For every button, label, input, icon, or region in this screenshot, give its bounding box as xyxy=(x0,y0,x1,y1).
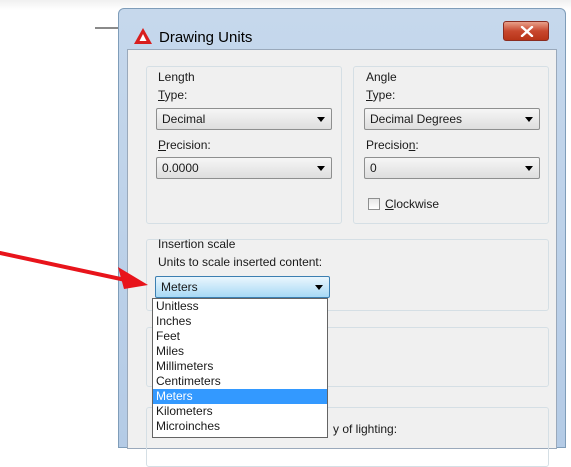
length-precision-value: 0.0000 xyxy=(162,161,199,175)
angle-type-select[interactable]: Decimal Degrees xyxy=(364,108,540,130)
length-precision-label: Precision: xyxy=(158,138,211,152)
chevron-down-icon xyxy=(525,117,533,122)
length-precision-select[interactable]: 0.0000 xyxy=(156,157,332,179)
length-type-select[interactable]: Decimal xyxy=(156,108,332,130)
insertion-scale-label: Insertion scale xyxy=(158,237,236,251)
clockwise-checkbox[interactable] xyxy=(368,198,380,210)
angle-precision-label-text: Precision: xyxy=(366,138,419,152)
clockwise-label[interactable]: Clockwise xyxy=(385,197,439,211)
dropdown-option[interactable]: Feet xyxy=(153,329,327,344)
dialog-title: Drawing Units xyxy=(159,29,253,46)
dropdown-option[interactable]: Inches xyxy=(153,314,327,329)
length-type-value: Decimal xyxy=(162,112,206,126)
red-arrow-head xyxy=(118,267,148,289)
red-arrow-icon xyxy=(0,251,148,289)
close-icon xyxy=(520,26,534,37)
length-type-label: Type: xyxy=(158,88,187,102)
dropdown-option[interactable]: Kilometers xyxy=(153,404,327,419)
length-group-label: Length xyxy=(158,70,195,84)
insertion-units-label: Units to scale inserted content: xyxy=(158,255,323,269)
insertion-units-select[interactable]: Meters xyxy=(155,276,330,298)
length-type-label-text: Type: xyxy=(158,88,188,102)
angle-precision-label: Precision: xyxy=(366,138,419,152)
autocad-logo-icon xyxy=(134,28,152,44)
dropdown-option-selected[interactable]: Meters xyxy=(153,389,327,404)
title-bar[interactable]: Drawing Units xyxy=(119,9,565,46)
chevron-down-icon xyxy=(315,285,323,290)
dropdown-option[interactable]: Centimeters xyxy=(153,374,327,389)
angle-type-label-text: Type: xyxy=(366,88,396,102)
close-button[interactable] xyxy=(503,21,549,41)
insertion-units-dropdown-list[interactable]: Unitless Inches Feet Miles Millimeters C… xyxy=(152,298,328,438)
chevron-down-icon xyxy=(525,166,533,171)
dropdown-option[interactable]: Millimeters xyxy=(153,359,327,374)
chevron-down-icon xyxy=(317,117,325,122)
chevron-down-icon xyxy=(317,166,325,171)
length-precision-label-text: Precision: xyxy=(158,138,211,152)
insertion-units-value: Meters xyxy=(161,280,198,294)
angle-precision-value: 0 xyxy=(370,161,377,175)
dropdown-option[interactable]: Miles xyxy=(153,344,327,359)
angle-group-label: Angle xyxy=(366,70,397,84)
angle-type-value: Decimal Degrees xyxy=(370,112,463,126)
angle-type-label: Type: xyxy=(366,88,395,102)
red-arrow-shaft xyxy=(0,251,132,283)
angle-precision-select[interactable]: 0 xyxy=(364,157,540,179)
dropdown-option[interactable]: Unitless xyxy=(153,299,327,314)
dropdown-option[interactable]: Microinches xyxy=(153,419,327,434)
